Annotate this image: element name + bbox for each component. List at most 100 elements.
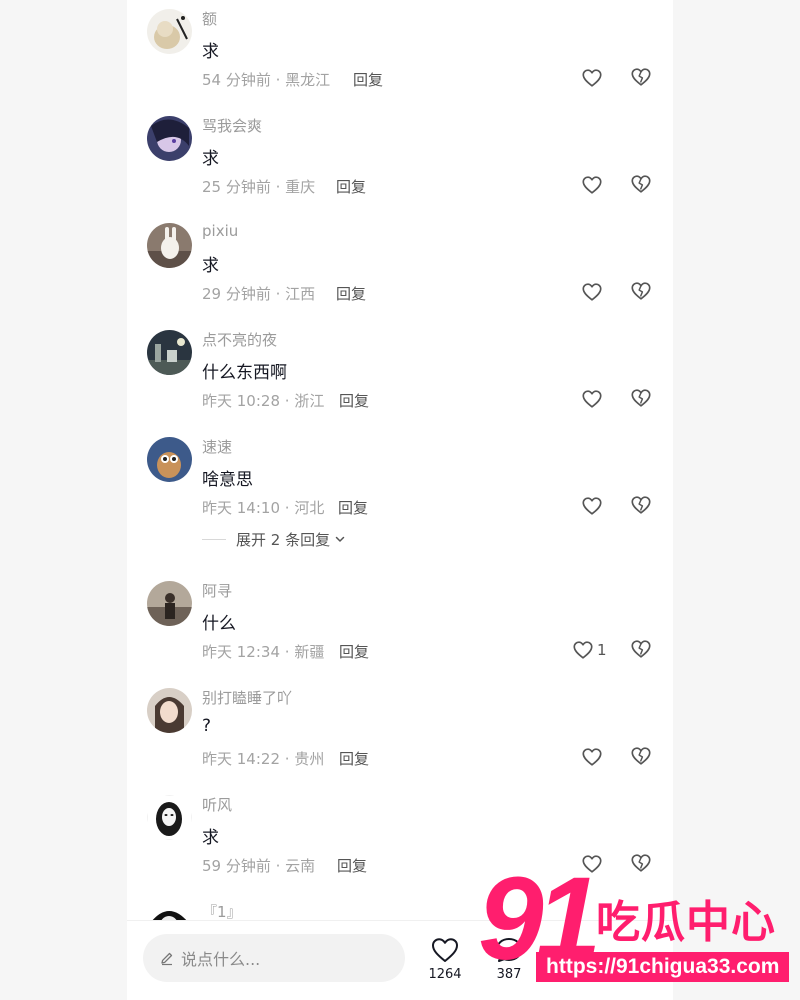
comment-time: 54 分钟前 <box>202 71 271 89</box>
heart-icon <box>582 748 602 766</box>
like-button[interactable] <box>581 494 606 518</box>
comment-text: 求 <box>202 256 219 276</box>
dislike-button[interactable] <box>630 494 652 518</box>
expand-replies-button[interactable]: 展开 2 条回复 <box>202 528 346 550</box>
comment-username[interactable]: 骂我会爽 <box>202 115 262 136</box>
user-avatar[interactable] <box>147 116 192 161</box>
dislike-button[interactable] <box>630 173 652 197</box>
divider <box>202 538 226 540</box>
comment-meta: 昨天 10:28 · 浙江 <box>202 392 325 410</box>
comment-item: 骂我会爽 求 25 分钟前 · 重庆 回复 <box>127 107 673 214</box>
broken-heart-icon <box>631 747 651 765</box>
like-button[interactable] <box>581 66 606 90</box>
comment-item: pixiu 求 29 分钟前 · 江西 回复 <box>127 214 673 321</box>
comment-location: 重庆 <box>285 178 316 196</box>
comment-text: ? <box>202 716 212 736</box>
dislike-button[interactable] <box>630 387 652 411</box>
user-avatar[interactable] <box>147 688 192 733</box>
reply-button[interactable]: 回复 <box>339 390 369 411</box>
user-avatar[interactable] <box>147 795 192 840</box>
like-total: 1264 <box>428 967 462 982</box>
like-total-button[interactable]: 1264 <box>423 935 467 982</box>
comment-input[interactable]: 说点什么... <box>143 934 405 982</box>
like-button[interactable]: 1 <box>572 638 607 662</box>
reply-button[interactable]: 回复 <box>336 176 366 197</box>
user-avatar[interactable] <box>147 330 192 375</box>
heart-icon <box>582 176 602 194</box>
comment-location: 新疆 <box>294 643 325 661</box>
comment-location: 贵州 <box>294 750 325 768</box>
comment-username[interactable]: 『1』 <box>202 901 242 922</box>
heart-icon <box>582 497 602 515</box>
comment-text: 什么东西啊 <box>202 363 287 383</box>
comment-location: 河北 <box>294 499 325 517</box>
dislike-button[interactable] <box>630 66 652 90</box>
pencil-icon <box>161 952 173 966</box>
broken-heart-icon <box>631 389 651 407</box>
like-count: 1 <box>597 641 607 659</box>
comment-item: 点不亮的夜 什么东西啊 昨天 10:28 · 浙江 回复 <box>127 321 673 428</box>
comment-username[interactable]: 阿寻 <box>202 580 232 601</box>
watermark-url: https://91chigua33.com <box>536 952 790 982</box>
reply-button[interactable]: 回复 <box>339 641 369 662</box>
comment-panel: 额 求 54 分钟前 · 黑龙江 回复 骂我会爽 求 25 分钟前 · 重庆 回… <box>127 0 673 1000</box>
comment-time: 昨天 12:34 <box>202 643 280 661</box>
comment-item: 阿寻 什么 昨天 12:34 · 新疆 回复 1 <box>127 572 673 679</box>
user-avatar[interactable] <box>147 581 192 626</box>
dislike-button[interactable] <box>630 280 652 304</box>
comment-meta: 29 分钟前 · 江西 <box>202 285 316 303</box>
comment-location: 浙江 <box>294 392 325 410</box>
comment-meta: 昨天 14:10 · 河北 <box>202 499 325 517</box>
comment-text: 求 <box>202 42 219 62</box>
heart-icon <box>432 938 458 962</box>
broken-heart-icon <box>631 282 651 300</box>
reply-button[interactable]: 回复 <box>339 748 369 769</box>
comment-time: 59 分钟前 <box>202 857 271 875</box>
dislike-button[interactable] <box>630 638 652 662</box>
heart-icon <box>573 641 593 659</box>
reply-button[interactable]: 回复 <box>353 69 383 90</box>
comment-location: 云南 <box>285 857 316 875</box>
chevron-down-icon <box>335 536 345 542</box>
broken-heart-icon <box>631 175 651 193</box>
comment-username[interactable]: 听风 <box>202 794 232 815</box>
comment-username[interactable]: 点不亮的夜 <box>202 329 277 350</box>
comment-text: 什么 <box>202 614 236 634</box>
reply-button[interactable]: 回复 <box>338 497 368 518</box>
comment-username[interactable]: 速速 <box>202 436 232 457</box>
reply-button[interactable]: 回复 <box>337 855 367 876</box>
dislike-button[interactable] <box>630 745 652 769</box>
comment-time: 昨天 14:10 <box>202 499 280 517</box>
comment-username[interactable]: 别打瞌睡了吖 <box>202 687 292 708</box>
comment-username[interactable]: 额 <box>202 8 217 29</box>
reply-button[interactable]: 回复 <box>336 283 366 304</box>
comment-text: 啥意思 <box>202 470 253 490</box>
comment-item: 别打瞌睡了吖 ? 昨天 14:22 · 贵州 回复 <box>127 679 673 786</box>
comment-meta: 昨天 14:22 · 贵州 <box>202 750 325 768</box>
user-avatar[interactable] <box>147 9 192 54</box>
broken-heart-icon <box>631 68 651 86</box>
comment-text: 求 <box>202 828 219 848</box>
like-button[interactable] <box>581 280 606 304</box>
comment-time: 昨天 10:28 <box>202 392 280 410</box>
comment-meta: 25 分钟前 · 重庆 <box>202 178 316 196</box>
like-button[interactable] <box>581 745 606 769</box>
site-watermark: 91 吃瓜中心 https://91chigua33.com <box>478 860 800 990</box>
comment-location: 江西 <box>285 285 316 303</box>
broken-heart-icon <box>631 496 651 514</box>
comment-text: 求 <box>202 149 219 169</box>
comment-username[interactable]: pixiu <box>202 222 238 240</box>
broken-heart-icon <box>631 640 651 658</box>
input-placeholder: 说点什么... <box>181 950 261 969</box>
like-button[interactable] <box>581 387 606 411</box>
heart-icon <box>582 283 602 301</box>
heart-icon <box>582 69 602 87</box>
user-avatar[interactable] <box>147 437 192 482</box>
comment-time: 25 分钟前 <box>202 178 271 196</box>
comment-meta: 昨天 12:34 · 新疆 <box>202 643 325 661</box>
comment-meta: 54 分钟前 · 黑龙江 <box>202 71 331 89</box>
user-avatar[interactable] <box>147 223 192 268</box>
comment-meta: 59 分钟前 · 云南 <box>202 857 316 875</box>
watermark-brand: 吃瓜中心 <box>596 897 776 948</box>
like-button[interactable] <box>581 173 606 197</box>
